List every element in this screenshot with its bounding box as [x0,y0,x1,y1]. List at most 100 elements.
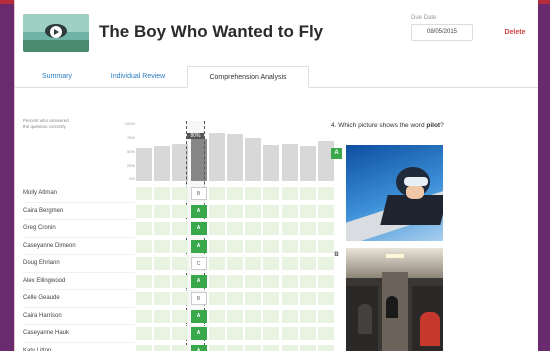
answer-cell[interactable] [227,344,243,351]
student-name[interactable]: Doug Ehrlann [23,255,135,273]
student-name[interactable]: Katy Litton [23,343,135,351]
answer-cell[interactable] [208,239,225,253]
answer-cell[interactable] [208,292,225,305]
answer-cell[interactable] [172,344,189,351]
answer-cell[interactable] [281,204,298,218]
answer-cell[interactable] [172,187,189,200]
book-cover-thumbnail[interactable] [23,14,89,52]
answer-cell[interactable] [136,344,152,351]
answer-cell[interactable] [136,187,152,200]
answer-cell[interactable] [227,309,243,323]
answer-cell[interactable] [299,204,316,218]
answer-cell[interactable] [263,274,280,288]
answer-cell[interactable] [318,309,334,323]
answer-cell[interactable] [154,327,171,340]
answer-cell[interactable] [318,187,334,200]
answer-cell[interactable] [227,222,243,235]
answer-cell[interactable] [208,344,225,351]
selected-answer-cell[interactable]: A [190,309,207,323]
answer-cell[interactable] [281,222,298,235]
student-name[interactable]: Celle Geaude [23,290,135,308]
answer-cell[interactable] [281,187,298,200]
answer-cell[interactable] [227,327,243,340]
selected-answer-cell[interactable]: C [190,257,207,270]
answer-cell[interactable] [299,274,316,288]
selected-answer-cell[interactable]: A [190,204,207,218]
play-icon[interactable] [50,26,62,38]
answer-cell[interactable] [318,327,334,340]
answer-cell[interactable] [263,344,280,351]
answer-cell[interactable] [154,309,171,323]
answer-cell[interactable] [245,257,262,270]
answer-cell[interactable] [208,257,225,270]
answer-cell[interactable] [281,292,298,305]
answer-cell[interactable] [208,309,225,323]
answer-cell[interactable] [154,274,171,288]
answer-cell[interactable] [136,274,152,288]
selected-answer-cell[interactable]: A [190,239,207,253]
delete-button[interactable]: Delete [495,24,535,41]
answer-cell[interactable] [172,204,189,218]
answer-cell[interactable] [172,239,189,253]
answer-cell[interactable] [299,344,316,351]
answer-cell[interactable] [299,257,316,270]
answer-cell[interactable] [318,274,334,288]
answer-cell[interactable] [154,222,171,235]
answer-cell[interactable] [227,239,243,253]
answer-cell[interactable] [154,239,171,253]
answer-cell[interactable] [263,309,280,323]
answer-cell[interactable] [136,222,152,235]
histogram-bar[interactable] [208,133,225,181]
answer-cell[interactable] [208,274,225,288]
answer-cell[interactable] [136,204,152,218]
answer-cell[interactable] [245,327,262,340]
answer-cell[interactable] [245,204,262,218]
student-name[interactable]: Caseyanne Dimeon [23,238,135,255]
answer-cell[interactable] [227,274,243,288]
histogram-bar[interactable] [227,134,243,181]
tab-summary[interactable]: Summary [31,66,83,88]
selected-answer-cell[interactable]: A [190,344,207,351]
answer-cell[interactable] [318,222,334,235]
option-a-pilot-image[interactable] [346,145,443,241]
answer-cell[interactable] [245,274,262,288]
answer-cell[interactable] [172,309,189,323]
tab-comprehension-analysis[interactable]: Comprehension Analysis [187,66,309,88]
answer-cell[interactable] [299,309,316,323]
answer-cell[interactable] [245,239,262,253]
answer-cell[interactable] [299,239,316,253]
answer-cell[interactable] [154,204,171,218]
answer-cell[interactable] [245,222,262,235]
due-date-field[interactable]: 08/05/2015 [411,24,473,41]
answer-cell[interactable] [299,187,316,200]
selected-answer-cell[interactable]: A [190,222,207,235]
histogram-bar[interactable] [263,145,280,181]
answer-cell[interactable] [263,204,280,218]
answer-cell[interactable] [245,344,262,351]
answer-cell[interactable] [263,327,280,340]
answer-cell[interactable] [136,292,152,305]
answer-cell[interactable] [172,292,189,305]
selected-answer-cell[interactable]: B [190,292,207,305]
answer-cell[interactable] [172,327,189,340]
answer-cell[interactable] [227,292,243,305]
answer-cell[interactable] [299,222,316,235]
answer-cell[interactable] [318,344,334,351]
answer-cell[interactable] [263,187,280,200]
answer-cell[interactable] [154,344,171,351]
answer-cell[interactable] [136,239,152,253]
answer-cell[interactable] [136,309,152,323]
histogram-bar[interactable] [136,148,152,181]
answer-cell[interactable] [245,187,262,200]
selected-answer-cell[interactable]: A [190,327,207,340]
student-name[interactable]: Molly Altman [23,185,135,203]
answer-cell[interactable] [281,274,298,288]
answer-cell[interactable] [172,257,189,270]
answer-cell[interactable] [136,257,152,270]
student-name[interactable]: Caseyanne Hauk [23,325,135,343]
answer-cell[interactable] [172,274,189,288]
answer-cell[interactable] [281,327,298,340]
student-name[interactable]: Greg Cronin [23,220,135,238]
student-name[interactable]: Alex Ellingwood [23,273,135,290]
answer-cell[interactable] [208,222,225,235]
